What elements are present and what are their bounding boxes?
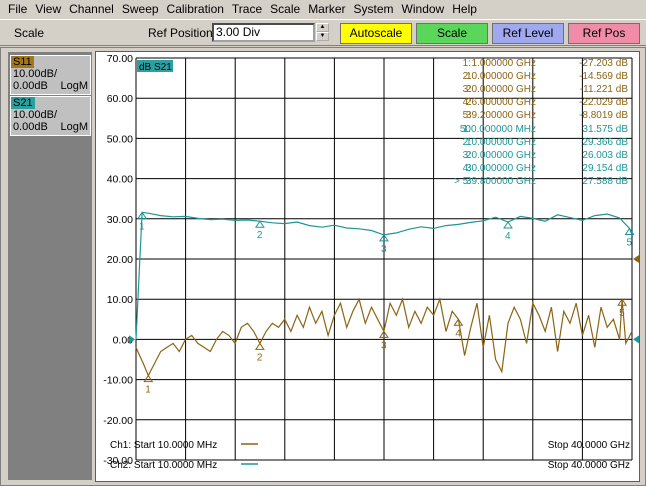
s11-readout-freq: 10.000000 GHz [466,71,536,82]
menu-sweep[interactable]: Sweep [118,0,163,19]
menu-view[interactable]: View [31,0,65,19]
s11-readout-value: -22.029 dB [579,97,628,108]
s11-readout-value: -8.8019 dB [579,110,628,121]
menu-window[interactable]: Window [398,0,449,19]
toolbar: Scale Ref Position 3.00 Div ▲ ▼ Autoscal… [0,19,646,46]
s11-readout-value: -27.203 dB [579,58,628,69]
toolbar-section-label: Scale [14,26,45,40]
s11-readout-freq: 39.200000 GHz [466,110,536,121]
menu-system[interactable]: System [350,0,398,19]
s11-marker-icon [254,342,265,350]
ref-position-spinner[interactable]: ▲ ▼ [316,23,329,42]
s11-readout-label: 1: [463,58,471,69]
s11-readout-freq: 20.000000 GHz [466,84,536,95]
y-tick-label: 20.00 [107,254,133,266]
s21-marker-label: 1 [139,221,145,232]
ch1-stop-label: Stop 40.0000 GHz [548,440,630,451]
menu-file[interactable]: File [4,0,31,19]
y-tick-label: -20.00 [103,415,133,427]
y-tick-label: 70.00 [107,53,133,65]
s21-readout-value: 26.003 dB [582,150,628,161]
s21-readout-freq: 500.000000 MHz [460,124,536,135]
ref-pos-button[interactable]: Ref Pos [568,23,640,44]
ch2-stop-label: Stop 40.0000 GHz [548,460,630,471]
menu-trace[interactable]: Trace [228,0,266,19]
menu-help[interactable]: Help [448,0,481,19]
ref-position-input[interactable]: 3.00 Div [212,23,315,42]
trace-s11-scale: 10.00dB/ [13,68,58,80]
s11-readout-value: -11.221 dB [580,84,629,95]
ch1-start-label: Ch1: Start 10.0000 MHz [110,440,217,451]
ref-level-button[interactable]: Ref Level [492,23,564,44]
s21-readout-value: 29.154 dB [582,163,628,174]
y-tick-label: 50.00 [107,133,133,145]
menu-bar: File View Channel Sweep Calibration Trace Scal… [0,0,646,19]
ref-position-label: Ref Position [148,26,213,40]
s11-readout-freq: 26.000000 GHz [466,97,536,108]
s21-marker-label: 5 [627,237,633,248]
y-tick-label: 60.00 [107,93,133,105]
trace-s21-name: S21 [11,97,35,109]
s21-marker-label: 2 [257,230,263,241]
trace-s21-ref: 0.00dB [13,121,48,133]
s21-readout-freq: 39.800000 GHz [466,176,536,187]
s11-marker-label: 2 [257,352,263,363]
y-tick-label: -10.00 [103,375,133,387]
y-tick-label: 40.00 [107,174,133,186]
plot-area[interactable]: 70.00 60.00 50.00 40.00 30.00 20.00 10.00 0.00-… [95,51,640,482]
spin-up-icon[interactable]: ▲ [316,23,329,32]
trace-s21-format: LogM [60,121,88,133]
s11-marker-label: 1 [145,385,151,396]
s21-marker-label: 3 [381,244,387,255]
s11-marker-label: 3 [381,340,387,351]
s21-readout-freq: 10.000000 GHz [466,137,536,148]
plot-svg: 70.0060.0050.0040.0030.0020.0010.000.00-… [103,53,639,471]
s11-readout-value: -14.569 dB [579,71,628,82]
menu-marker[interactable]: Marker [304,0,349,19]
trace-s11-name: S11 [11,56,34,68]
s21-readout-freq: 30.000000 GHz [466,163,536,174]
s11-marker-label: 4 [455,328,461,339]
s21-readout-freq: 20.000000 GHz [466,150,536,161]
ref-arrow-icon [633,335,639,344]
menu-channel[interactable]: Channel [65,0,118,19]
trace-s11-format: LogM [60,80,88,92]
spin-down-icon[interactable]: ▼ [316,32,329,41]
s21-readout-value: 31.575 dB [582,124,628,135]
menu-scale[interactable]: Scale [266,0,304,19]
s21-marker-label: 4 [505,231,511,242]
s21-readout-value: 29.366 dB [582,137,628,148]
trace-s11-ref: 0.00dB [13,80,48,92]
s21-marker-icon [503,221,513,229]
y-tick-label: 30.00 [107,214,133,226]
s11-marker-icon [143,374,154,383]
s11-marker-label: 5 [619,308,625,319]
s21-readout-value: 27.588 dB [582,176,628,187]
autoscale-button[interactable]: Autoscale [340,23,412,44]
y-tick-label: 10.00 [107,294,133,306]
scale-button[interactable]: Scale [416,23,488,44]
menu-calibration[interactable]: Calibration [163,0,228,19]
trace-s21-box[interactable]: S21 10.00dB/ 0.00dB LogM [10,96,91,136]
trace-s11-box[interactable]: S11 10.00dB/ 0.00dB LogM [10,55,91,95]
ch2-start-label: Ch2: Start 10.0000 MHz [110,460,217,471]
trace-s21-scale: 10.00dB/ [13,109,58,121]
active-trace-label: dB S21 [139,62,172,73]
ref-arrow-icon [633,255,639,263]
s11-readout-freq: 1.000000 GHz [472,58,537,69]
